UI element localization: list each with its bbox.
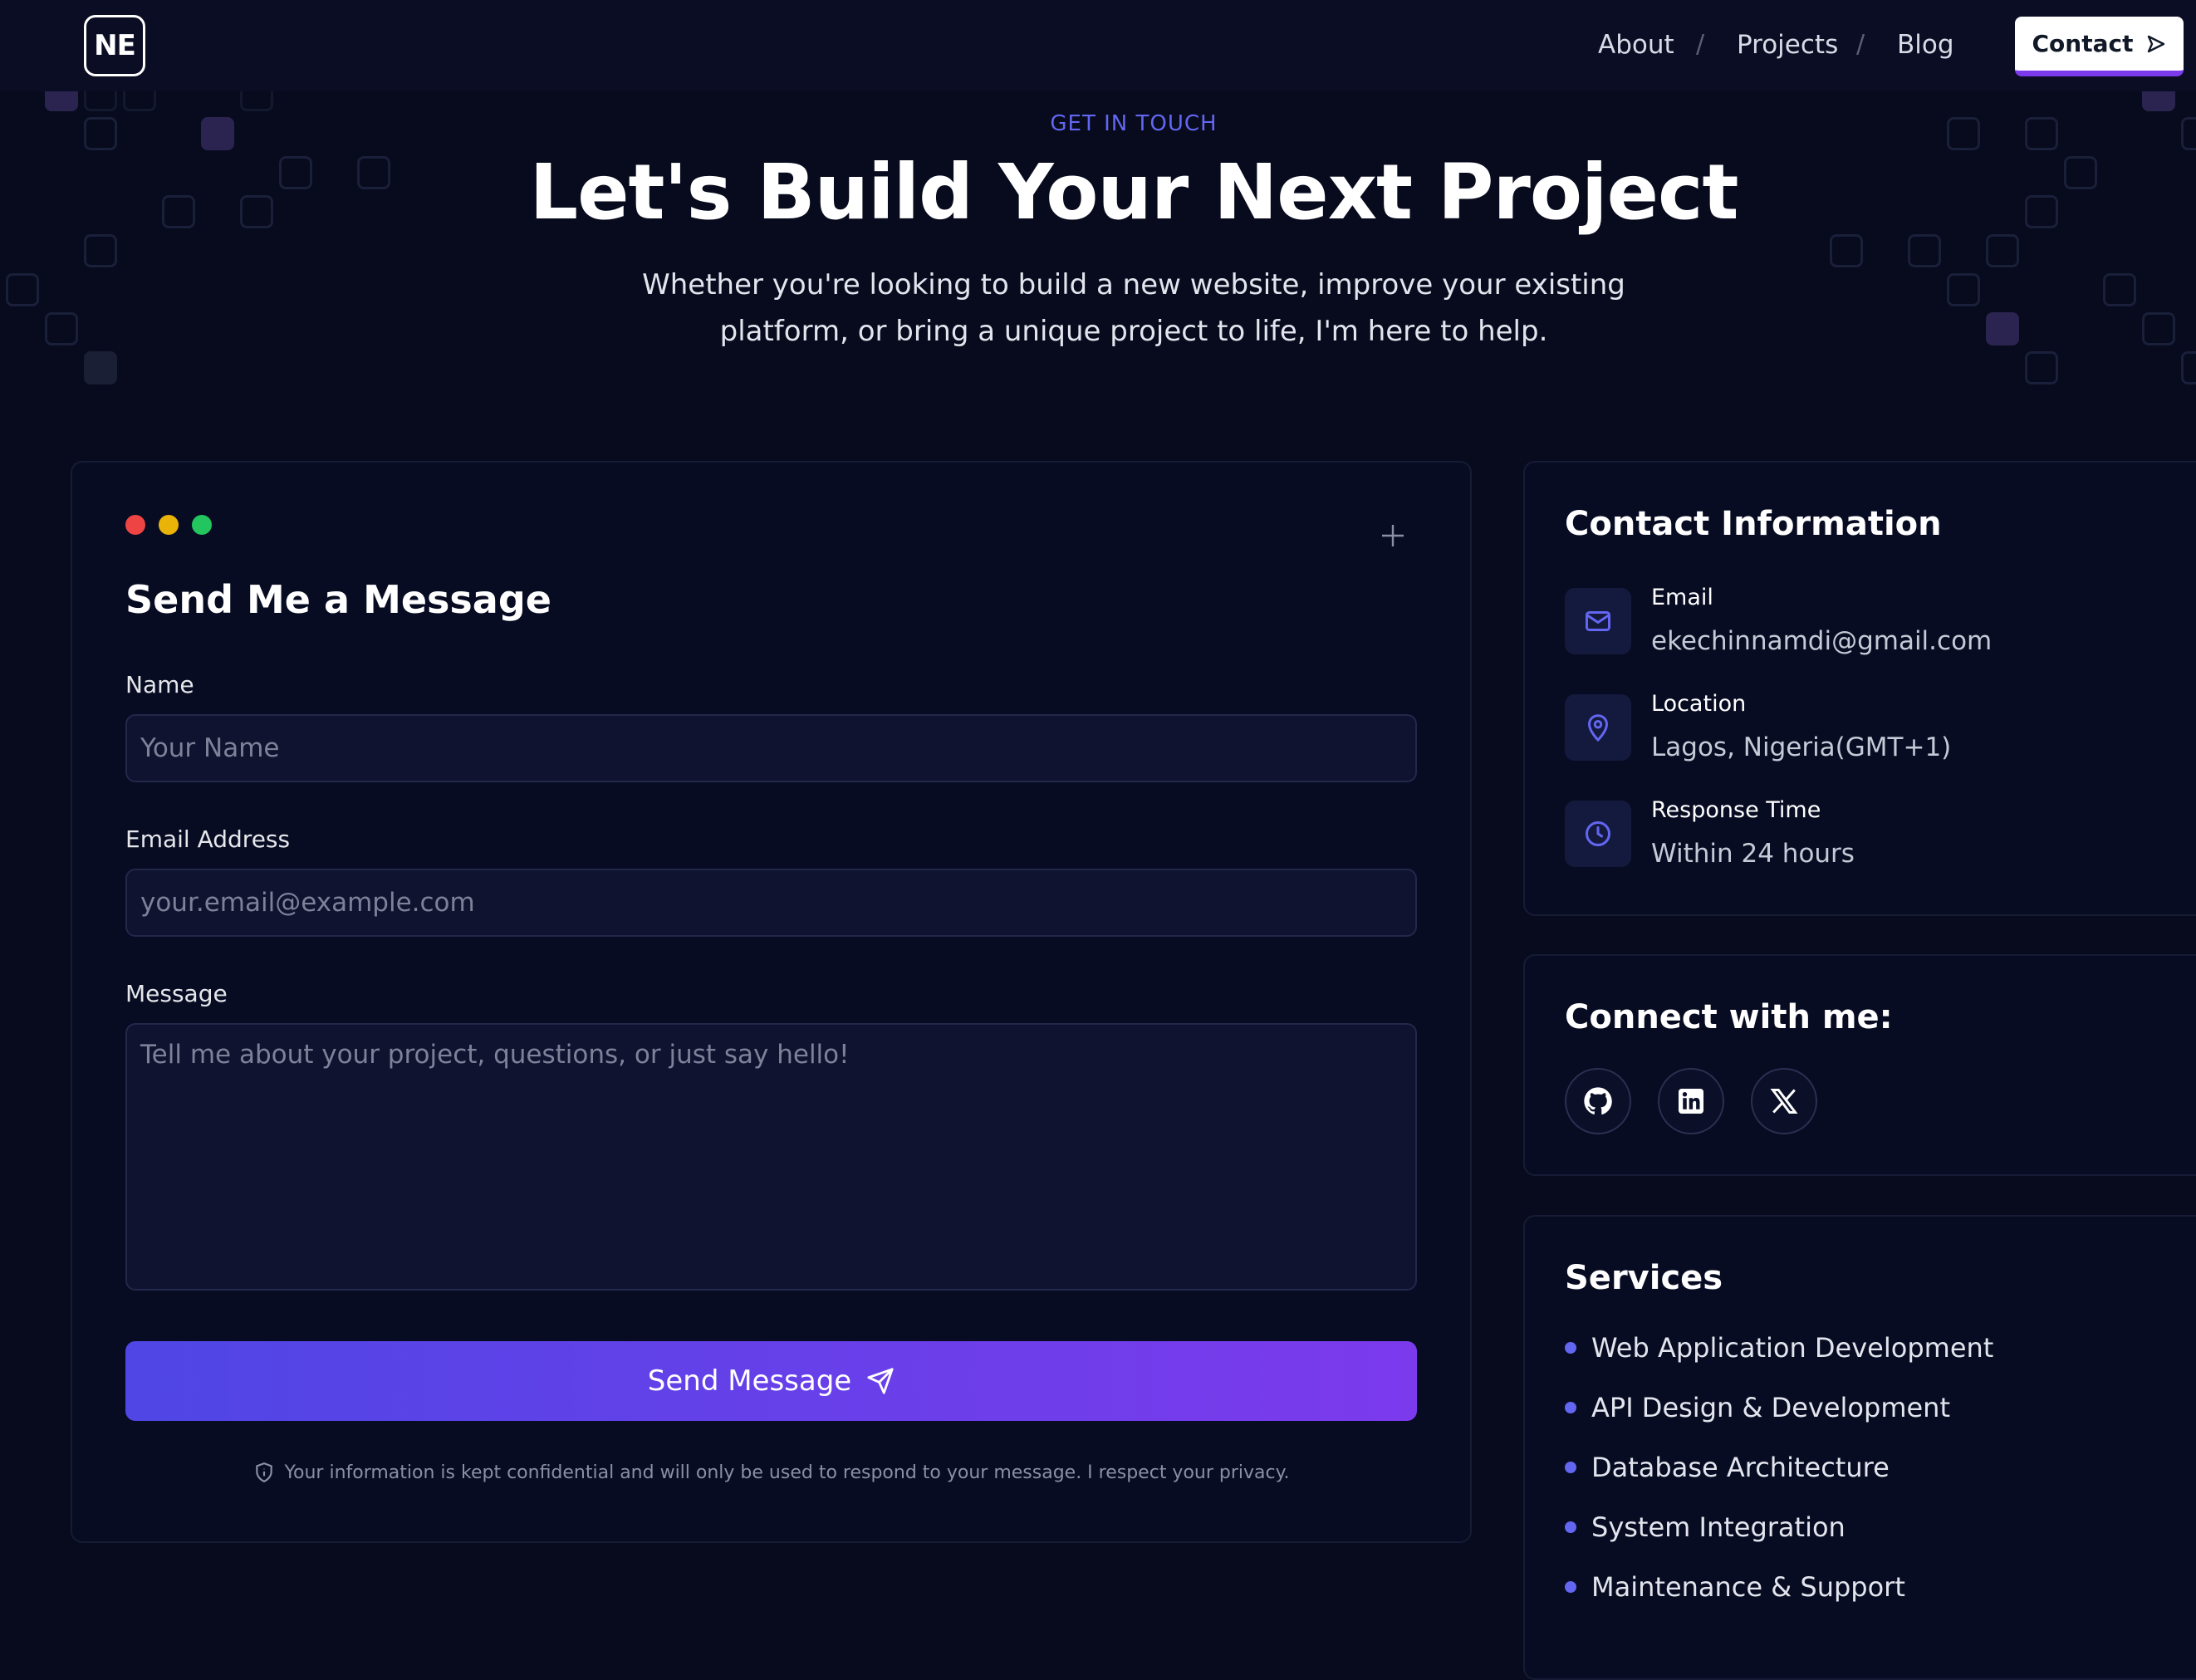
contact-button[interactable]: Contact <box>2015 17 2184 76</box>
linkedin-icon <box>1679 1089 1703 1114</box>
email-label: Email Address <box>125 825 291 853</box>
service-label: Maintenance & Support <box>1591 1571 1905 1603</box>
window-dot-yellow <box>159 515 179 535</box>
service-item: Web Application Development <box>1565 1332 1993 1364</box>
clock-icon <box>1586 821 1610 846</box>
x-link[interactable] <box>1751 1068 1817 1134</box>
service-item: Maintenance & Support <box>1565 1571 1905 1603</box>
message-label: Message <box>125 980 228 1007</box>
service-label: Database Architecture <box>1591 1452 1890 1483</box>
service-item: Database Architecture <box>1565 1452 1890 1483</box>
connect-card <box>1523 954 2196 1176</box>
window-dot-red <box>125 515 145 535</box>
hero-subtitle: Whether you're looking to build a new we… <box>642 268 1625 348</box>
privacy-text: Your information is kept confidential an… <box>284 1462 1290 1483</box>
response-time-icon-box <box>1565 801 1631 867</box>
bullet-icon <box>1565 1521 1576 1533</box>
services-title: Services <box>1565 1259 1723 1297</box>
send-message-button[interactable]: Send Message <box>125 1341 1417 1421</box>
email-input[interactable] <box>125 869 1417 937</box>
privacy-note: Your information is kept confidential an… <box>125 1462 1417 1483</box>
nav-link-blog[interactable]: Blog <box>1897 30 1954 60</box>
window-dot-green <box>192 515 212 535</box>
email-icon-box <box>1565 588 1631 654</box>
name-label: Name <box>125 671 194 698</box>
shield-icon <box>255 1462 272 1483</box>
service-item: API Design & Development <box>1565 1392 1950 1423</box>
location-label: Location <box>1651 691 1747 717</box>
contact-info-title: Contact Information <box>1565 505 1942 543</box>
plus-icon <box>1382 525 1404 546</box>
service-label: API Design & Development <box>1591 1392 1950 1423</box>
response-time-value: Within 24 hours <box>1651 839 1855 869</box>
service-label: System Integration <box>1591 1511 1846 1543</box>
connect-title: Connect with me: <box>1565 998 1893 1036</box>
location-value: Lagos, Nigeria(GMT+1) <box>1651 732 1952 762</box>
message-textarea[interactable] <box>125 1023 1417 1291</box>
top-navigation-bar <box>0 0 2196 91</box>
map-pin-icon <box>1587 714 1609 742</box>
service-item: System Integration <box>1565 1511 1846 1543</box>
linkedin-link[interactable] <box>1658 1068 1724 1134</box>
github-icon <box>1584 1087 1612 1115</box>
bullet-icon <box>1565 1402 1576 1413</box>
x-icon <box>1770 1089 1798 1114</box>
site-logo[interactable]: NE <box>84 15 145 76</box>
email-value[interactable]: ekechinnamdi@gmail.com <box>1651 626 1992 656</box>
page-title: Let's Build Your Next Project <box>529 148 1739 237</box>
send-message-label: Send Message <box>647 1364 852 1398</box>
location-icon-box <box>1565 694 1631 761</box>
service-label: Web Application Development <box>1591 1332 1994 1364</box>
bullet-icon <box>1565 1462 1576 1473</box>
nav-link-about[interactable]: About <box>1598 30 1674 60</box>
nav-link-projects[interactable]: Projects <box>1737 30 1838 60</box>
nav-separator: / <box>1856 30 1865 59</box>
name-input[interactable] <box>125 714 1417 782</box>
send-icon <box>2148 35 2165 52</box>
bullet-icon <box>1565 1581 1576 1593</box>
github-link[interactable] <box>1565 1068 1631 1134</box>
email-label: Email <box>1651 585 1713 610</box>
form-title: Send Me a Message <box>125 577 551 622</box>
mail-icon <box>1586 611 1610 631</box>
nav-separator: / <box>1696 30 1705 59</box>
bullet-icon <box>1565 1342 1576 1354</box>
hero-eyebrow: GET IN TOUCH <box>1050 111 1218 136</box>
contact-button-label: Contact <box>2032 30 2134 57</box>
send-icon <box>867 1368 894 1394</box>
response-time-label: Response Time <box>1651 797 1821 823</box>
